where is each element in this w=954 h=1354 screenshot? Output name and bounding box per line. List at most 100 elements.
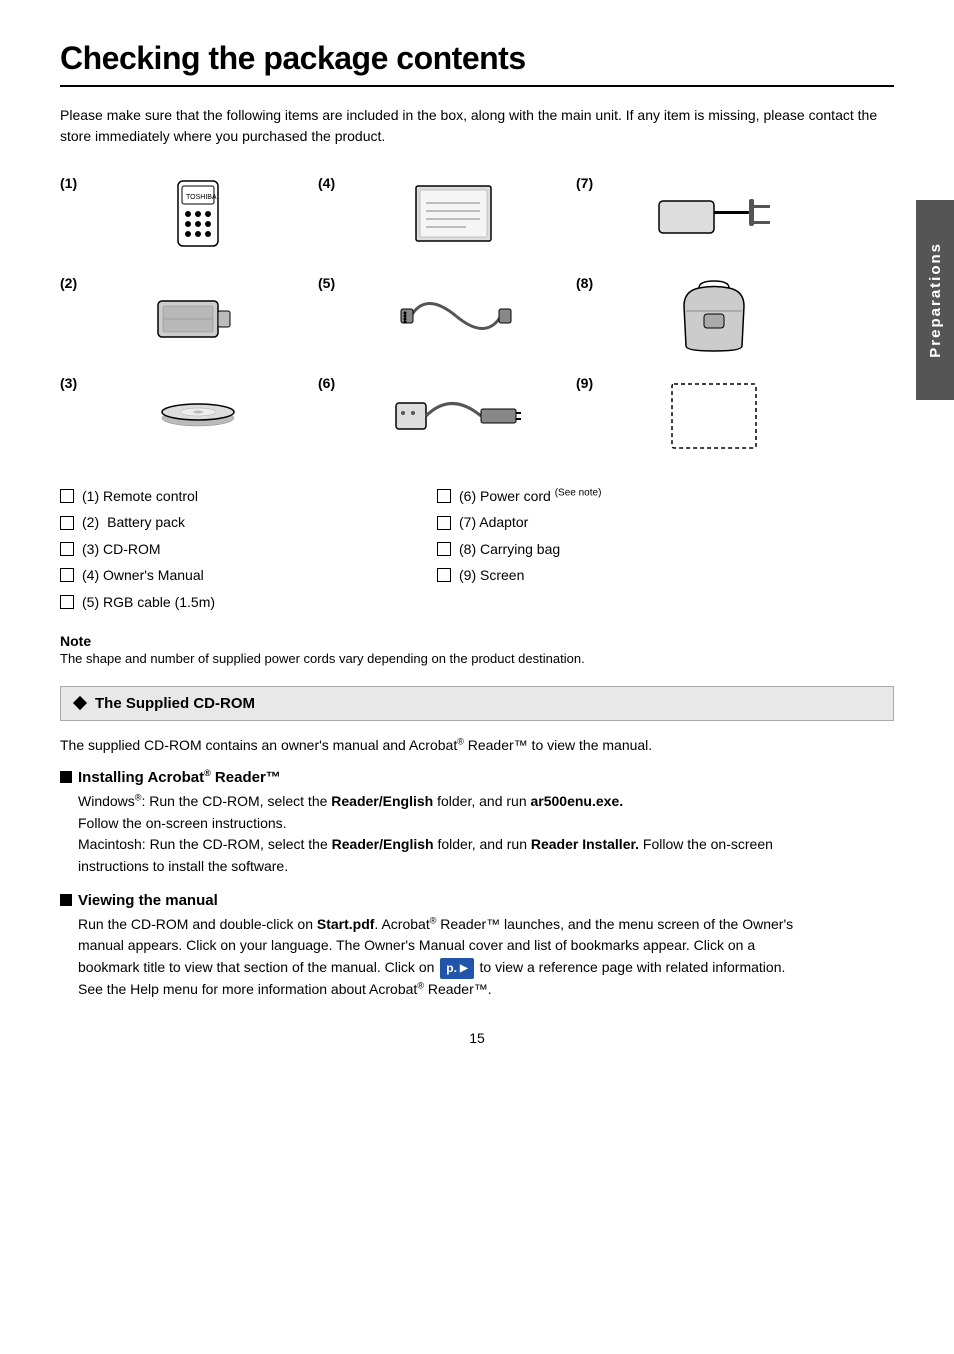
carrying-bag-icon xyxy=(664,276,764,356)
checklist-label-1: (1) Remote control xyxy=(82,485,198,507)
item-4-number: (4) xyxy=(318,175,346,191)
checkbox-8 xyxy=(437,542,451,556)
title-divider xyxy=(60,85,894,87)
checklist-label-4: (4) Owner's Manual xyxy=(82,564,204,586)
checkbox-9 xyxy=(437,568,451,582)
item-9-image xyxy=(614,376,814,456)
item-7-number: (7) xyxy=(576,175,604,191)
checklist-label-3: (3) CD-ROM xyxy=(82,538,161,560)
note-text: The shape and number of supplied power c… xyxy=(60,651,814,666)
item-9-number: (9) xyxy=(576,375,604,391)
note-title: Note xyxy=(60,633,814,649)
preparations-sidebar-tab: Preparations xyxy=(916,200,954,400)
item-7: (7) xyxy=(576,171,814,261)
battery-icon xyxy=(148,281,248,351)
viewing-para: Run the CD-ROM and double-click on Start… xyxy=(78,914,814,1001)
item-1-image: TOSHIBA xyxy=(98,176,298,256)
checklist-item-2: (2) Battery pack xyxy=(60,511,437,533)
checkbox-1 xyxy=(60,489,74,503)
sidebar-tab-label: Preparations xyxy=(927,242,944,358)
viewing-text: Run the CD-ROM and double-click on Start… xyxy=(78,914,814,1001)
installing-title-text: Installing Acrobat® Reader™ xyxy=(78,768,281,786)
item-4-image xyxy=(356,181,556,251)
checklist-col-right: (6) Power cord (See note) (7) Adaptor (8… xyxy=(437,485,814,613)
checklist-item-8: (8) Carrying bag xyxy=(437,538,814,560)
item-6: (6) xyxy=(318,371,556,461)
adaptor-icon xyxy=(654,181,774,251)
checklist-label-7: (7) Adaptor xyxy=(459,511,528,533)
exe-bold: ar500enu.exe. xyxy=(531,793,624,809)
item-8: (8) xyxy=(576,271,814,361)
page-ref-button[interactable]: p. xyxy=(440,958,473,979)
cd-icon xyxy=(158,376,238,456)
item-2-image xyxy=(98,281,298,351)
checklist-item-4: (4) Owner's Manual xyxy=(60,564,437,586)
folder-2-bold: Reader/English xyxy=(332,836,434,852)
checklist-label-5: (5) RGB cable (1.5m) xyxy=(82,591,215,613)
checkbox-6 xyxy=(437,489,451,503)
item-7-image xyxy=(614,181,814,251)
page-number: 15 xyxy=(60,1030,894,1046)
item-9: (9) xyxy=(576,371,814,461)
item-3-number: (3) xyxy=(60,375,88,391)
checkbox-4 xyxy=(60,568,74,582)
screen-icon xyxy=(664,376,764,456)
manual-icon xyxy=(406,181,506,251)
checklist-label-8: (8) Carrying bag xyxy=(459,538,560,560)
cdrom-title-text: The Supplied CD-ROM xyxy=(95,695,255,712)
item-3-image xyxy=(98,376,298,456)
item-8-number: (8) xyxy=(576,275,604,291)
items-grid: (1) TOSHIBA (4) xyxy=(60,171,894,461)
diamond-icon xyxy=(73,696,87,710)
folder-1-bold: Reader/English xyxy=(331,793,433,809)
startpdf-bold: Start.pdf xyxy=(317,916,375,932)
item-4: (4) xyxy=(318,171,556,261)
checklist-label-6: (6) Power cord (See note) xyxy=(459,485,601,507)
item-3: (3) xyxy=(60,371,298,461)
item-6-number: (6) xyxy=(318,375,346,391)
note-section: Note The shape and number of supplied po… xyxy=(60,633,894,666)
checklist-item-7: (7) Adaptor xyxy=(437,511,814,533)
installing-title: Installing Acrobat® Reader™ xyxy=(60,768,814,786)
cdrom-box-title: The Supplied CD-ROM xyxy=(75,695,813,712)
viewing-title-text: Viewing the manual xyxy=(78,892,218,909)
item-5-number: (5) xyxy=(318,275,346,291)
svg-text:TOSHIBA: TOSHIBA xyxy=(186,194,217,201)
power-cord-icon xyxy=(391,381,521,451)
checklist-label-9: (9) Screen xyxy=(459,564,524,586)
page-title: Checking the package contents xyxy=(60,40,894,77)
checklist-label-2: (2) xyxy=(82,511,99,533)
item-2-number: (2) xyxy=(60,275,88,291)
checklist-item-9: (9) Screen xyxy=(437,564,814,586)
black-square-icon-2 xyxy=(60,894,72,906)
item-2: (2) xyxy=(60,271,298,361)
cdrom-description: The supplied CD-ROM contains an owner's … xyxy=(60,735,894,756)
checklist-col-left: (1) Remote control (2) Battery pack (3) … xyxy=(60,485,437,613)
checklist-item-6: (6) Power cord (See note) xyxy=(437,485,814,507)
viewing-title: Viewing the manual xyxy=(60,892,814,909)
installing-text: Windows®: Run the CD-ROM, select the Rea… xyxy=(78,791,814,878)
item-1-number: (1) xyxy=(60,175,88,191)
cdrom-box: The Supplied CD-ROM xyxy=(60,686,894,721)
installing-para-2: Macintosh: Run the CD-ROM, select the Re… xyxy=(78,834,814,877)
remote-control-icon: TOSHIBA xyxy=(158,176,238,256)
checklist-item-1: (1) Remote control xyxy=(60,485,437,507)
checkbox-7 xyxy=(437,516,451,530)
checklist-item-5: (5) RGB cable (1.5m) xyxy=(60,591,437,613)
checklist-item-3: (3) CD-ROM xyxy=(60,538,437,560)
item-5: (5) xyxy=(318,271,556,361)
item-5-image xyxy=(356,281,556,351)
black-square-icon xyxy=(60,771,72,783)
item-6-image xyxy=(356,381,556,451)
item-1: (1) TOSHIBA xyxy=(60,171,298,261)
installing-para-1: Windows®: Run the CD-ROM, select the Rea… xyxy=(78,791,814,834)
item-8-image xyxy=(614,276,814,356)
installing-section: Installing Acrobat® Reader™ Windows®: Ru… xyxy=(60,768,894,878)
checklist-section: (1) Remote control (2) Battery pack (3) … xyxy=(60,485,894,613)
rgb-cable-icon xyxy=(396,281,516,351)
viewing-section: Viewing the manual Run the CD-ROM and do… xyxy=(60,892,894,1001)
checkbox-5 xyxy=(60,595,74,609)
installer-bold: Reader Installer. xyxy=(531,836,639,852)
checkbox-3 xyxy=(60,542,74,556)
intro-paragraph: Please make sure that the following item… xyxy=(60,105,894,147)
